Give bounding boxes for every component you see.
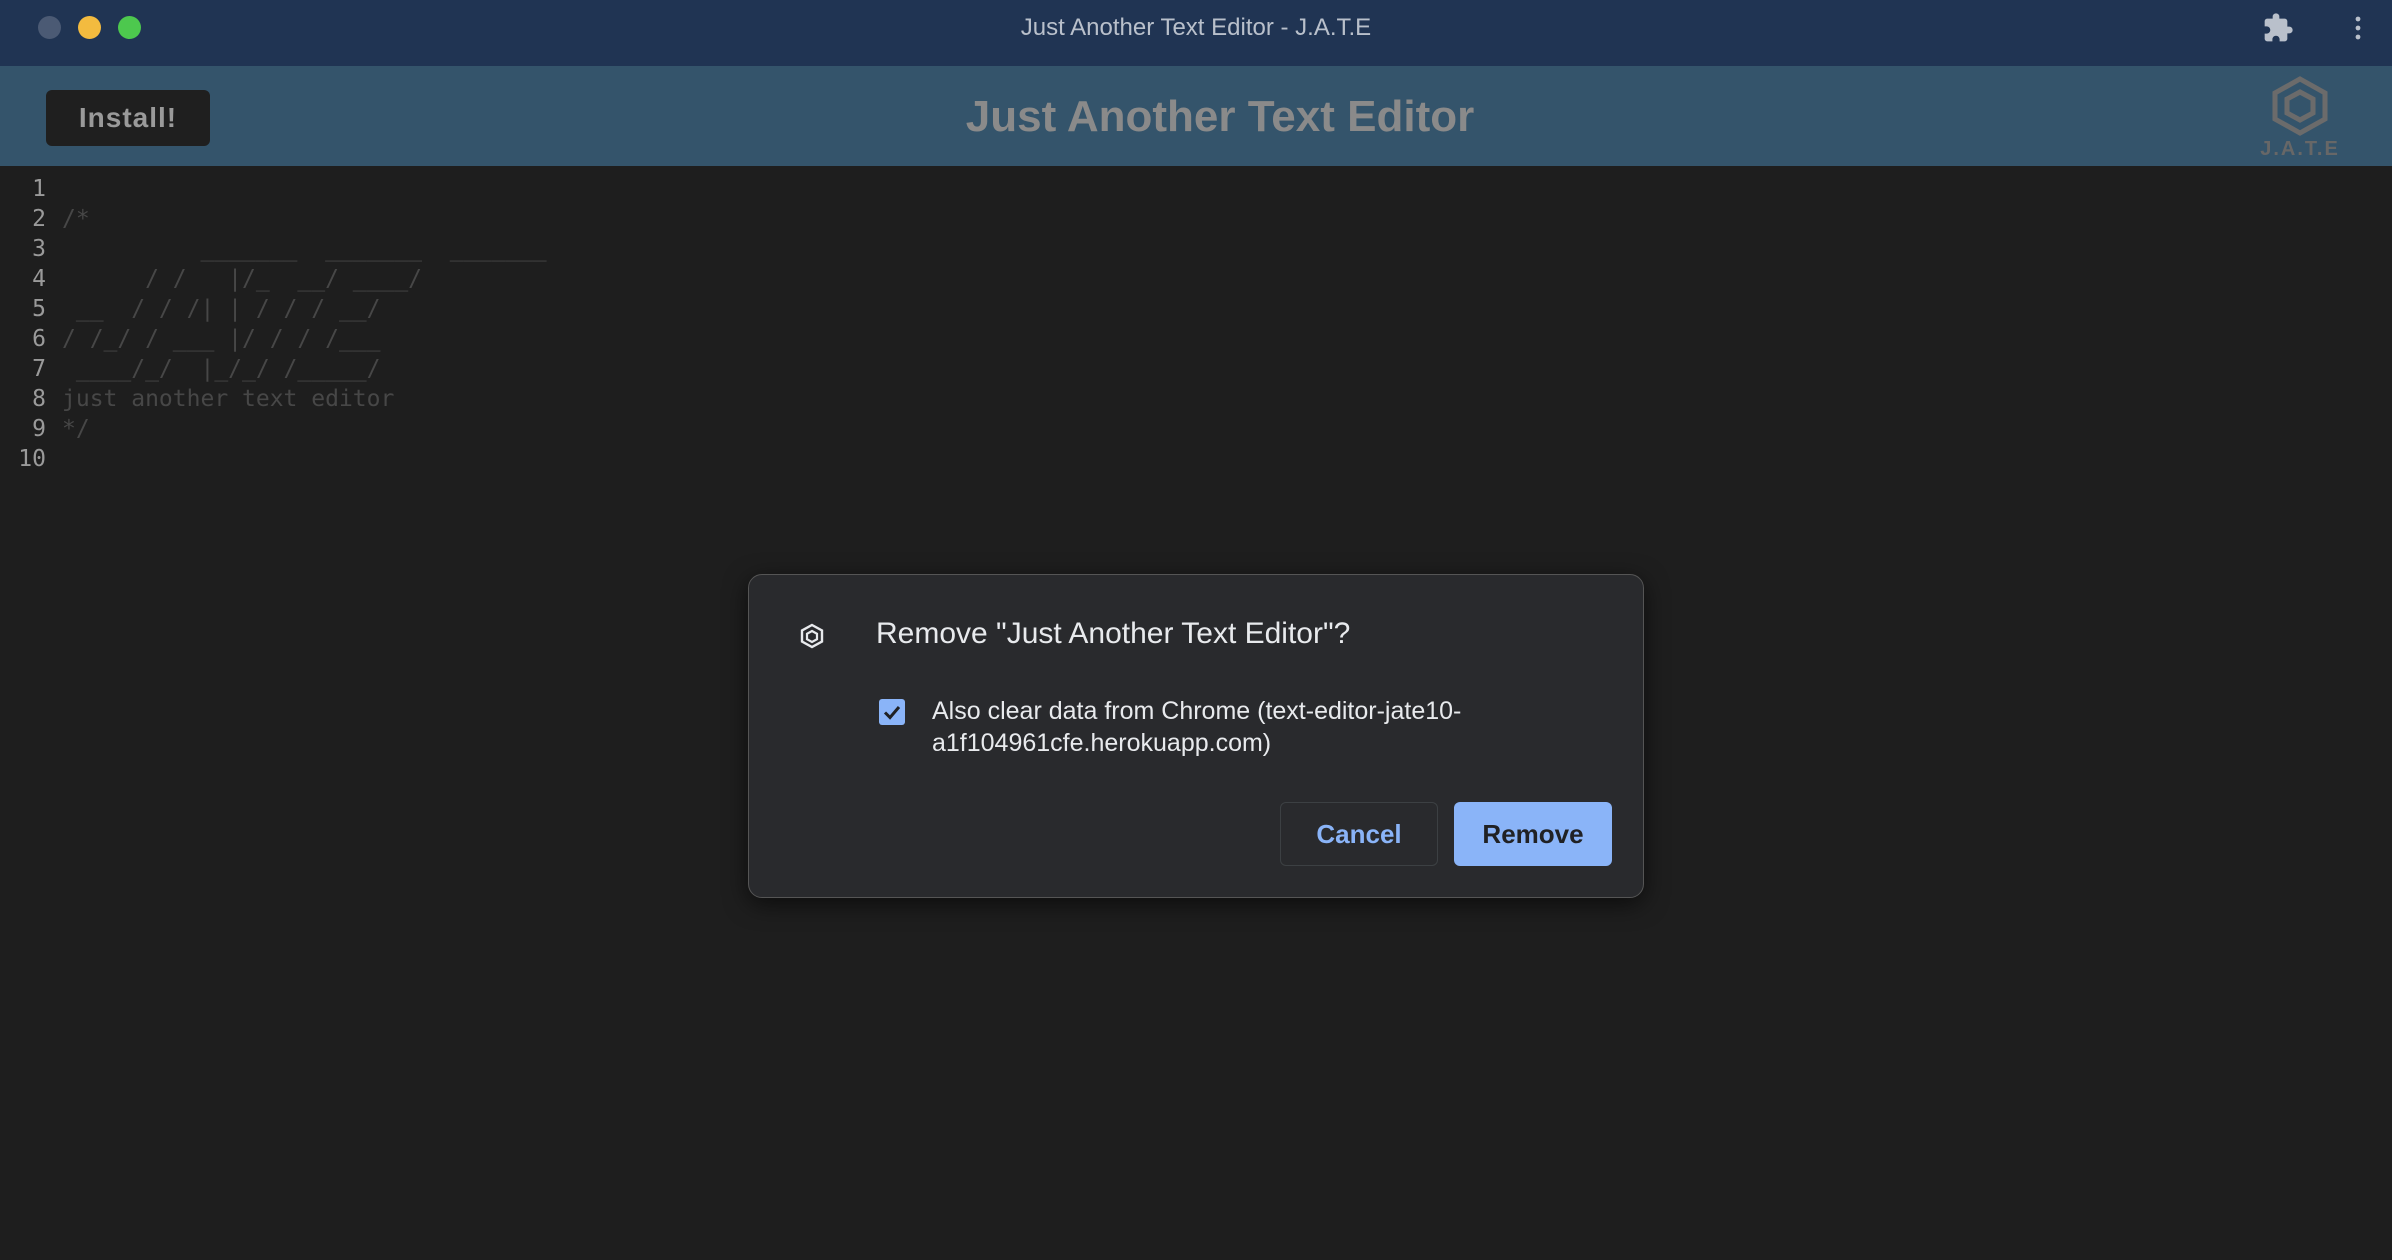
editor-line: 8 just another text editor [0, 384, 394, 414]
line-number: 8 [32, 386, 46, 412]
jate-app-icon [799, 623, 825, 649]
line-number: 4 [32, 266, 46, 292]
line-number: 10 [18, 446, 46, 472]
line-number: 3 [32, 236, 46, 262]
editor-line: 7 ____/_/ |_/_/ /_____/ [0, 354, 381, 384]
editor-line: 3 _______ _______ _______ [0, 234, 547, 264]
browser-titlebar: Just Another Text Editor - J.A.T.E [0, 0, 2392, 67]
clear-data-checkbox[interactable] [879, 699, 905, 725]
line-text: */ [62, 416, 90, 442]
line-number: 5 [32, 296, 46, 322]
editor-line: 10 [0, 444, 62, 474]
cube-logo-icon [2272, 76, 2328, 136]
line-number: 1 [32, 176, 46, 202]
more-vertical-icon[interactable] [2346, 12, 2370, 44]
dialog-title: Remove "Just Another Text Editor"? [876, 617, 1351, 650]
editor-line: 5 __ / / /| | / / / __/ [0, 294, 381, 324]
line-text: /* [62, 206, 90, 232]
logo-text: J.A.T.E [2260, 138, 2340, 160]
line-text: __ / / /| | / / / __/ [62, 296, 381, 322]
editor-line: 2 /* [0, 204, 90, 234]
puzzle-icon[interactable] [2262, 12, 2294, 44]
line-text: / /_/ / ___ |/ / / /___ [62, 326, 381, 352]
line-number: 2 [32, 206, 46, 232]
remove-button[interactable]: Remove [1454, 802, 1612, 866]
line-number: 7 [32, 356, 46, 382]
remove-app-dialog: Remove "Just Another Text Editor"? Also … [748, 574, 1644, 898]
app-header: Install! Just Another Text Editor J.A.T.… [0, 66, 2392, 166]
line-text: / / |/_ __/ ____/ [62, 266, 423, 292]
line-text: ____/_/ |_/_/ /_____/ [62, 356, 381, 382]
line-number: 9 [32, 416, 46, 442]
cancel-button[interactable]: Cancel [1280, 802, 1438, 866]
line-number: 6 [32, 326, 46, 352]
line-text: _______ _______ _______ [62, 236, 547, 262]
editor-line: 6 / /_/ / ___ |/ / / /___ [0, 324, 381, 354]
clear-data-label[interactable]: Also clear data from Chrome (text-editor… [932, 695, 1552, 759]
jate-logo: J.A.T.E [2252, 76, 2348, 164]
check-icon [883, 706, 901, 720]
editor-line: 9 */ [0, 414, 90, 444]
window-title: Just Another Text Editor - J.A.T.E [1020, 14, 1372, 41]
editor-line: 4 / / |/_ __/ ____/ [0, 264, 422, 294]
line-text: just another text editor [62, 386, 395, 412]
app-title: Just Another Text Editor [965, 92, 1475, 141]
editor-line: 1 [0, 174, 62, 204]
